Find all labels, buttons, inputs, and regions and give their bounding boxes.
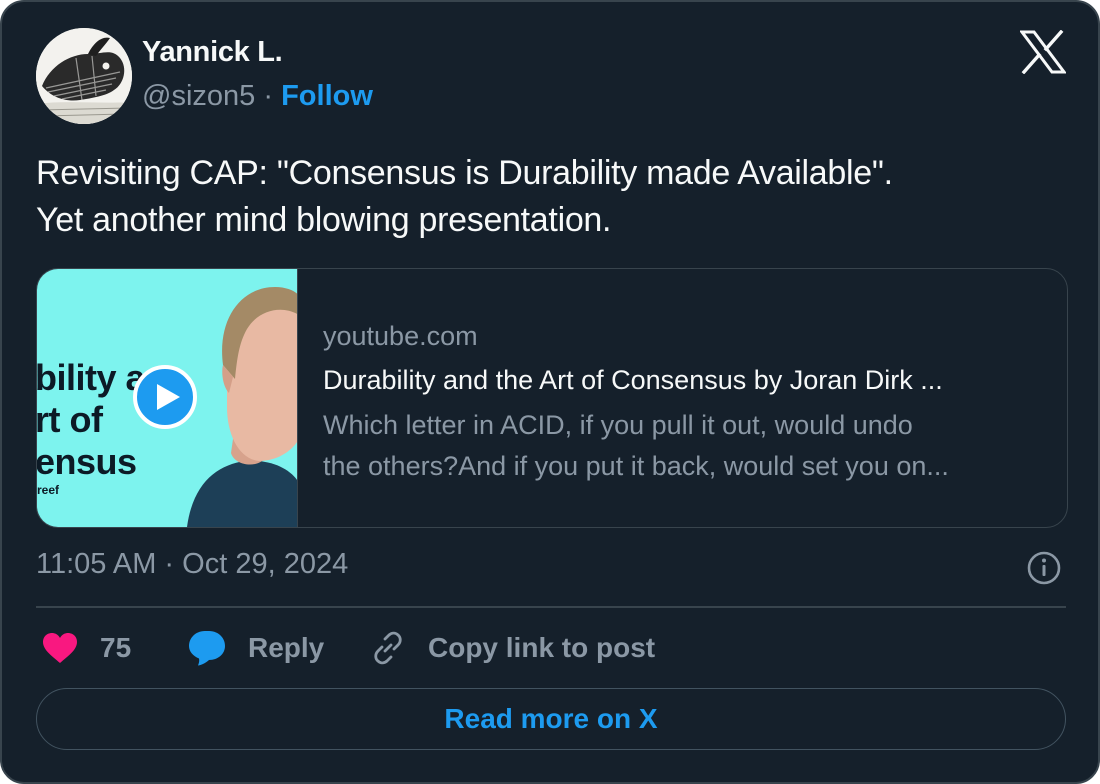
- tweet-timestamp[interactable]: 11:05 AM · Oct 29, 2024: [36, 548, 348, 581]
- tweet-text: Revisiting CAP: "Consensus is Durability…: [36, 150, 1066, 244]
- follow-link[interactable]: Follow: [281, 80, 373, 112]
- copy-link-button[interactable]: Copy link to post: [370, 628, 655, 668]
- presenter-image: [187, 287, 297, 527]
- reply-button[interactable]: Reply: [188, 628, 324, 668]
- link-preview-card[interactable]: bility a rt of ensus reef youtube.com Du…: [36, 268, 1068, 528]
- thumbnail-text-line: rt of: [37, 399, 103, 440]
- link-icon: [374, 631, 402, 665]
- reply-label: Reply: [248, 632, 325, 663]
- author-name[interactable]: Yannick L.: [142, 36, 283, 69]
- heart-icon: [43, 633, 77, 663]
- tweet-embed-card: Yannick L. @sizon5 · Follow Revisiting C…: [0, 0, 1100, 784]
- x-logo-icon[interactable]: [1020, 30, 1066, 74]
- video-thumbnail[interactable]: bility a rt of ensus reef: [37, 269, 298, 527]
- link-description-line: the others?And if you put it back, would…: [323, 451, 949, 481]
- thumbnail-small-text: reef: [37, 483, 60, 497]
- avatar[interactable]: [36, 28, 132, 124]
- link-title[interactable]: Durability and the Art of Consensus by J…: [323, 365, 1043, 396]
- divider: [36, 606, 1066, 608]
- thumbnail-text-line: bility a: [37, 357, 146, 398]
- tweet-text-line: Revisiting CAP: "Consensus is Durability…: [36, 154, 893, 192]
- copy-link-label: Copy link to post: [428, 632, 656, 663]
- reply-bubble-icon: [189, 631, 225, 666]
- thumbnail-text-line: ensus: [37, 441, 137, 482]
- link-description-line: Which letter in ACID, if you pull it out…: [323, 410, 913, 440]
- read-more-button[interactable]: Read more on X: [36, 688, 1066, 750]
- info-icon[interactable]: [1026, 550, 1062, 586]
- meta-separator: ·: [263, 80, 274, 112]
- author-meta: @sizon5 · Follow: [142, 80, 373, 113]
- like-count: 75: [100, 632, 132, 663]
- tweet-text-line: Yet another mind blowing presentation.: [36, 201, 612, 239]
- play-icon[interactable]: [133, 365, 197, 429]
- link-description: Which letter in ACID, if you pull it out…: [323, 405, 1043, 487]
- author-handle[interactable]: @sizon5: [142, 80, 255, 112]
- like-button[interactable]: 75: [42, 628, 131, 668]
- link-domain: youtube.com: [323, 321, 478, 351]
